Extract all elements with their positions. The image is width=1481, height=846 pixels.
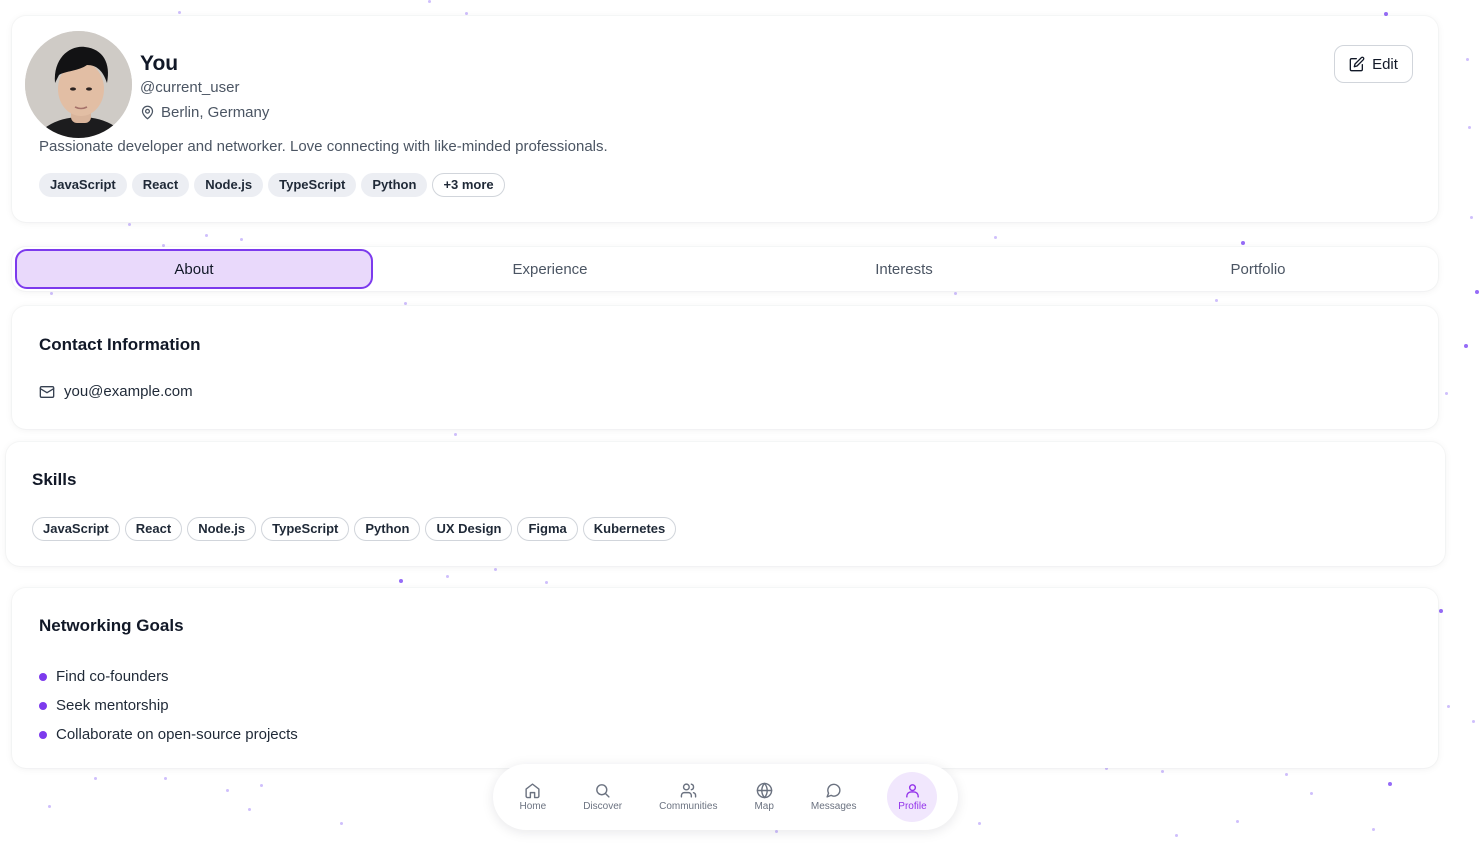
tag-chip: TypeScript (268, 173, 357, 197)
contact-card: Contact Information you@example.com (12, 306, 1438, 429)
nav-profile[interactable]: Profile (887, 772, 938, 822)
tab-experience[interactable]: Experience (373, 249, 727, 289)
goal-item: Find co-founders (39, 662, 298, 691)
profile-header-card: You @current_user Berlin, Germany Passio… (12, 16, 1438, 222)
goal-item: Collaborate on open-source projects (39, 720, 298, 749)
tab-about[interactable]: About (15, 249, 373, 289)
contact-email[interactable]: you@example.com (64, 383, 193, 400)
nav-label: Home (519, 801, 547, 812)
users-icon (680, 783, 697, 798)
nav-home[interactable]: Home (514, 776, 553, 818)
bullet-dot (39, 672, 47, 681)
user-icon (906, 784, 919, 798)
edit-icon (1349, 56, 1365, 72)
contact-title: Contact Information (39, 335, 201, 354)
message-icon (826, 783, 841, 798)
edit-label: Edit (1372, 55, 1398, 73)
skill-chip: TypeScript (261, 517, 350, 541)
location-text: Berlin, Germany (161, 104, 270, 121)
tab-portfolio[interactable]: Portfolio (1081, 249, 1435, 289)
skills-card: Skills JavaScript React Node.js TypeScri… (6, 442, 1445, 566)
tag-chip: JavaScript (39, 173, 127, 197)
skills-list: JavaScript React Node.js TypeScript Pyth… (32, 517, 677, 541)
bullet-dot (39, 730, 47, 739)
more-tags-chip[interactable]: +3 more (432, 173, 505, 197)
profile-tags: JavaScript React Node.js TypeScript Pyth… (39, 173, 505, 197)
goals-title: Networking Goals (39, 616, 184, 635)
profile-tabs: About Experience Interests Portfolio (12, 247, 1438, 291)
mail-icon (39, 385, 55, 398)
skills-title: Skills (32, 470, 77, 489)
goal-text: Find co-founders (56, 668, 169, 685)
nav-map[interactable]: Map (748, 776, 779, 818)
map-pin-icon (141, 105, 154, 120)
nav-label: Profile (898, 801, 927, 812)
tag-chip: Python (361, 173, 428, 197)
tag-chip: Node.js (194, 173, 264, 197)
avatar[interactable] (25, 31, 132, 138)
goals-list: Find co-founders Seek mentorship Collabo… (39, 662, 298, 749)
skill-chip: Figma (517, 517, 578, 541)
profile-handle: @current_user (140, 79, 240, 96)
profile-bio: Passionate developer and networker. Love… (39, 138, 608, 155)
profile-location: Berlin, Germany (140, 104, 269, 121)
nav-discover[interactable]: Discover (577, 776, 628, 818)
nav-communities[interactable]: Communities (653, 776, 723, 818)
goal-item: Seek mentorship (39, 691, 298, 720)
nav-label: Discover (583, 801, 623, 812)
nav-label: Communities (659, 801, 718, 812)
tab-interests[interactable]: Interests (727, 249, 1081, 289)
nav-label: Messages (810, 801, 857, 812)
skill-chip: Node.js (187, 517, 257, 541)
globe-icon (756, 782, 772, 799)
nav-label: Map (754, 801, 774, 812)
tag-chip: React (131, 173, 190, 197)
skill-chip: UX Design (425, 517, 513, 541)
skill-chip: React (124, 517, 183, 541)
goal-text: Seek mentorship (56, 697, 169, 714)
nav-messages[interactable]: Messages (805, 776, 863, 818)
contact-email-row: you@example.com (39, 383, 193, 400)
bullet-dot (39, 701, 47, 710)
edit-profile-button[interactable]: Edit (1334, 45, 1413, 83)
goal-text: Collaborate on open-source projects (56, 726, 298, 743)
avatar-photo (25, 31, 132, 138)
skill-chip: JavaScript (32, 517, 120, 541)
search-icon (596, 784, 610, 798)
home-icon (525, 783, 540, 799)
profile-name: You (140, 52, 179, 75)
skill-chip: Kubernetes (582, 517, 677, 541)
networking-goals-card: Networking Goals Find co-founders Seek m… (12, 588, 1438, 768)
skill-chip: Python (354, 517, 421, 541)
bottom-nav: Home Discover Communities Map Messages P… (493, 764, 958, 830)
